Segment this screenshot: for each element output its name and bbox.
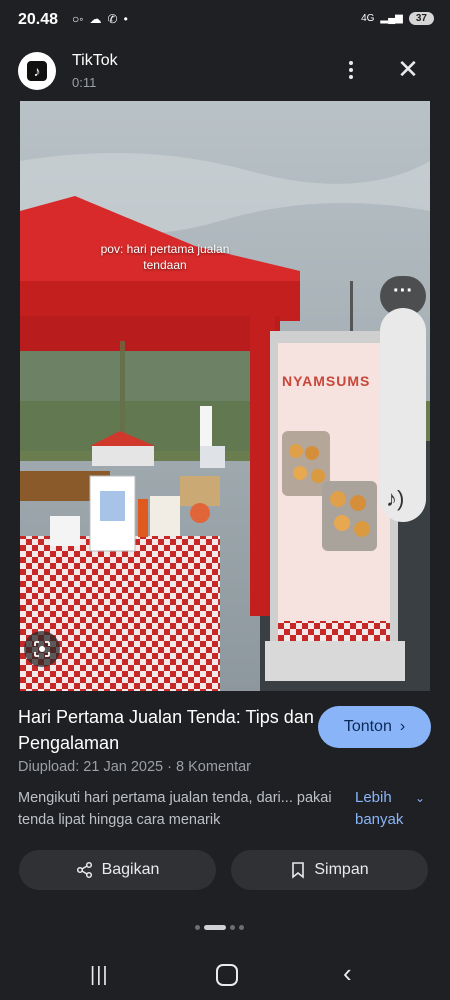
more-vert-icon[interactable]: [340, 54, 362, 86]
caption-line-1: pov: hari pertama jualan: [100, 242, 230, 256]
network-label: 4G: [361, 13, 375, 24]
chevron-right-icon: ›: [399, 718, 406, 735]
whatsapp-icon: ✆: [107, 12, 118, 26]
pager-dot: [230, 925, 235, 930]
watch-button-label: Tonton: [343, 718, 392, 735]
video-player[interactable]: pov: hari pertama jualan tendaan NYAMSUM…: [20, 101, 430, 691]
lens-search-icon[interactable]: [24, 631, 60, 667]
app-header: ♪ TikTok 0:11 ✕: [0, 42, 450, 100]
more-link-label: Lebih banyak: [355, 789, 404, 828]
meta-separator: ·: [167, 759, 172, 775]
share-icon: [76, 861, 92, 879]
caption-line-2: tendaan: [143, 258, 187, 272]
signal-icon: ▂▄▆: [380, 13, 403, 24]
system-nav-bar: ||| ‹: [0, 950, 450, 1000]
home-icon[interactable]: [216, 964, 238, 986]
sound-icon: ♪): [386, 486, 405, 511]
result-title[interactable]: Hari Pertama Jualan Tenda: Tips dan Peng…: [18, 704, 318, 756]
chevron-down-icon: ⌄: [415, 791, 426, 805]
status-time: 20.48: [18, 11, 59, 28]
watch-button[interactable]: Tonton ›: [318, 706, 431, 748]
pager-dot: [195, 925, 200, 930]
pager-dot-active: [204, 925, 226, 930]
result-meta: Diupload: 21 Jan 2025 · 8 Komentar: [18, 759, 251, 775]
result-description: Mengikuti hari pertama jualan tenda, dar…: [18, 790, 332, 828]
status-right: 4G ▂▄▆ 37: [361, 12, 434, 25]
banner-brand-text: NYAMSUMS: [282, 373, 371, 389]
back-icon[interactable]: ‹: [343, 958, 352, 989]
video-frame: [20, 101, 430, 691]
cloud-icon: ☁: [89, 12, 102, 26]
save-button[interactable]: Simpan: [231, 850, 428, 890]
tiktok-logo: ♪: [18, 52, 56, 90]
video-caption: pov: hari pertama jualan tendaan: [80, 241, 250, 273]
battery-icon: 37: [408, 12, 434, 25]
status-left-icons: ○◦ ☁ ✆ •: [72, 12, 128, 26]
app-name: TikTok: [72, 52, 118, 69]
more-link[interactable]: Lebih banyak ⌄: [355, 787, 435, 831]
notification-icon: ○◦: [72, 12, 84, 26]
close-icon[interactable]: ✕: [393, 52, 423, 86]
save-button-label: Simpan: [314, 861, 369, 878]
volume-slider[interactable]: ♪): [380, 308, 426, 522]
status-bar: 20.48 ○◦ ☁ ✆ • 4G ▂▄▆ 37: [0, 0, 450, 42]
volume-panel[interactable]: ··· ♪): [380, 276, 426, 522]
pager-indicator: [195, 925, 244, 930]
share-button[interactable]: Bagikan: [19, 850, 216, 890]
comment-count: 8 Komentar: [176, 759, 251, 775]
pager-dot: [239, 925, 244, 930]
tiktok-note-icon: ♪: [27, 61, 47, 81]
dot-icon: •: [123, 12, 128, 26]
upload-date: Diupload: 21 Jan 2025: [18, 759, 164, 775]
bookmark-icon: [292, 862, 305, 879]
video-duration: 0:11: [72, 75, 97, 90]
share-button-label: Bagikan: [101, 861, 160, 878]
recent-apps-icon[interactable]: |||: [90, 964, 109, 987]
